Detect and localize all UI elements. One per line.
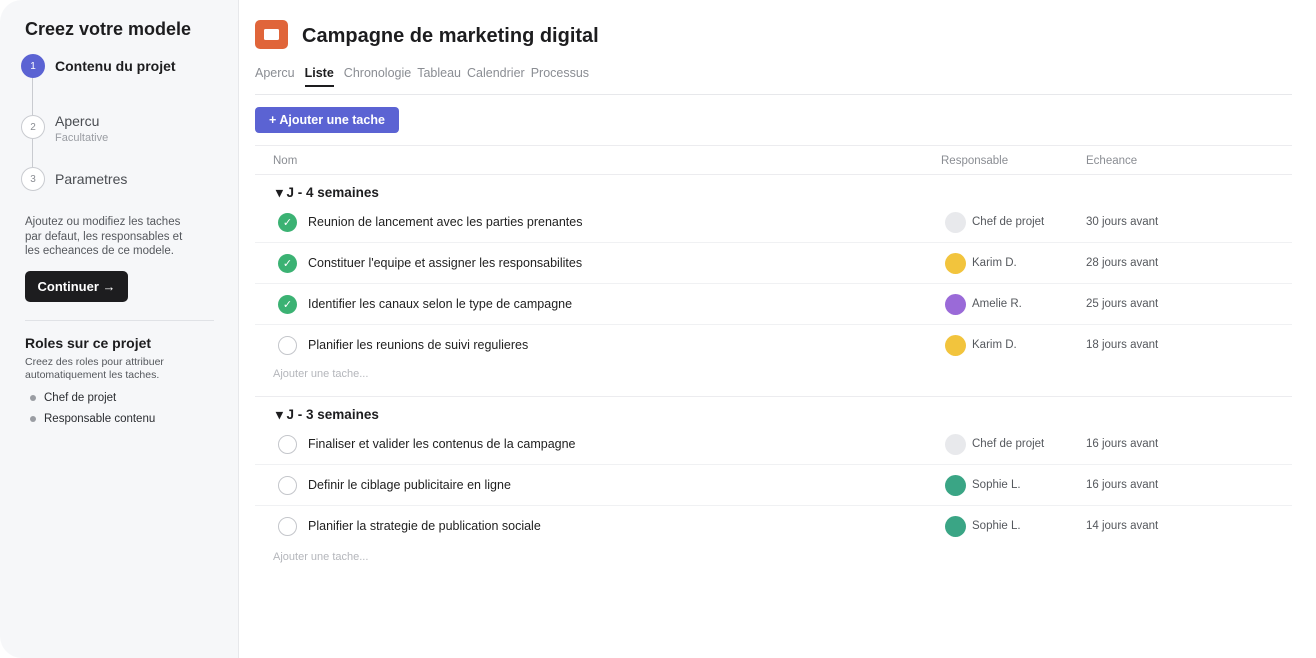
circle-icon[interactable] (278, 476, 297, 495)
step-connector (32, 77, 33, 115)
table-row[interactable]: ✓ Reunion de lancement avec les parties … (255, 202, 1292, 243)
tab-chronologie[interactable]: Chronologie (344, 66, 411, 80)
step-number: 1 (21, 54, 45, 78)
sidebar-title: Creez votre modele (25, 19, 192, 39)
task-name: Reunion de lancement avec les parties pr… (308, 215, 583, 229)
circle-icon[interactable] (278, 517, 297, 536)
bullet-icon (30, 395, 36, 401)
task-owner: Karim D. (972, 257, 1017, 269)
template-sidebar: Creez votre modele 1 Contenu du projet 2… (0, 0, 239, 658)
avatar (945, 335, 966, 356)
table-row[interactable]: Planifier la strategie de publication so… (255, 506, 1292, 547)
task-owner: Chef de projet (972, 438, 1045, 450)
section-header[interactable]: ▾ J - 4 semaines (276, 185, 379, 201)
roles-title: Roles sur ce projet (25, 335, 152, 351)
role-item[interactable]: Chef de projet (30, 392, 116, 404)
role-label: Responsable contenu (44, 413, 156, 425)
circle-icon[interactable] (278, 435, 297, 454)
table-row[interactable]: Definir le ciblage publicitaire en ligne… (255, 465, 1292, 506)
role-item[interactable]: Responsable contenu (30, 413, 155, 425)
circle-icon[interactable] (278, 336, 297, 355)
tab-calendrier[interactable]: Calendrier (467, 66, 525, 80)
table-row[interactable]: Finaliser et valider les contenus de la … (255, 424, 1292, 465)
task-owner: Sophie L. (972, 520, 1021, 532)
task-owner: Sophie L. (972, 479, 1021, 491)
table-row[interactable]: ✓ Identifier les canaux selon le type de… (255, 284, 1292, 325)
divider (255, 94, 1292, 95)
checkmark-icon[interactable]: ✓ (278, 254, 297, 273)
task-due: 18 jours avant (1086, 339, 1159, 351)
task-name: Constituer l'equipe et assigner les resp… (308, 256, 583, 270)
divider (25, 320, 214, 321)
task-due: 30 jours avant (1086, 216, 1159, 228)
role-label: Chef de projet (44, 392, 117, 404)
task-owner: Karim D. (972, 339, 1017, 351)
task-owner: Chef de projet (972, 216, 1045, 228)
view-tabs: Apercu Liste Chronologie Tableau Calendr… (255, 66, 595, 87)
table-row[interactable]: ✓ Constituer l'equipe et assigner les re… (255, 243, 1292, 284)
table-row[interactable]: Planifier les reunions de suivi regulier… (255, 325, 1292, 366)
step-label: Apercu (55, 113, 100, 129)
avatar (945, 434, 966, 455)
step-number: 3 (21, 167, 45, 191)
task-due: 28 jours avant (1086, 257, 1159, 269)
step-connector (32, 139, 33, 167)
avatar (945, 212, 966, 233)
avatar (945, 294, 966, 315)
add-task-link[interactable]: Ajouter une tache... (273, 368, 368, 380)
add-task-button[interactable]: + Ajouter une tache (255, 107, 399, 133)
roles-description: Creez des roles pour attribuer automatiq… (25, 356, 164, 381)
column-header-due: Echeance (1086, 155, 1138, 167)
tab-tableau[interactable]: Tableau (417, 66, 461, 80)
checkmark-icon[interactable]: ✓ (278, 295, 297, 314)
table-header: Nom Responsable Echeance (255, 145, 1292, 175)
presentation-icon (255, 20, 288, 49)
add-task-link[interactable]: Ajouter une tache... (273, 551, 368, 563)
continue-button[interactable]: Continuer → (25, 271, 128, 302)
task-owner: Amelie R. (972, 298, 1022, 310)
avatar (945, 475, 966, 496)
section-header[interactable]: ▾ J - 3 semaines (276, 407, 379, 423)
tab-processus[interactable]: Processus (531, 66, 589, 80)
column-header-owner: Responsable (941, 155, 1009, 167)
task-due: 16 jours avant (1086, 438, 1159, 450)
step-label: Parametres (55, 171, 128, 187)
tab-liste[interactable]: Liste (304, 66, 334, 87)
task-name: Planifier les reunions de suivi regulier… (308, 338, 529, 352)
task-name: Identifier les canaux selon le type de c… (308, 297, 573, 311)
sidebar-description: Ajoutez ou modifiez les taches par defau… (25, 216, 183, 257)
avatar (945, 516, 966, 537)
step-sublabel: Facultative (55, 132, 109, 144)
avatar (945, 253, 966, 274)
step-number: 2 (21, 115, 45, 139)
step-label: Contenu du projet (55, 58, 176, 74)
column-header-name: Nom (273, 155, 298, 167)
task-due: 16 jours avant (1086, 479, 1159, 491)
task-due: 14 jours avant (1086, 520, 1159, 532)
checkmark-icon[interactable]: ✓ (278, 213, 297, 232)
tab-apercu[interactable]: Apercu (255, 66, 295, 80)
task-name: Definir le ciblage publicitaire en ligne (308, 478, 511, 492)
page-title: Campagne de marketing digital (302, 25, 599, 47)
bullet-icon (30, 416, 36, 422)
task-name: Finaliser et valider les contenus de la … (308, 437, 576, 451)
task-name: Planifier la strategie de publication so… (308, 519, 541, 533)
app-window: Creez votre modele 1 Contenu du projet 2… (0, 0, 1316, 658)
task-due: 25 jours avant (1086, 298, 1159, 310)
divider (255, 396, 1292, 397)
